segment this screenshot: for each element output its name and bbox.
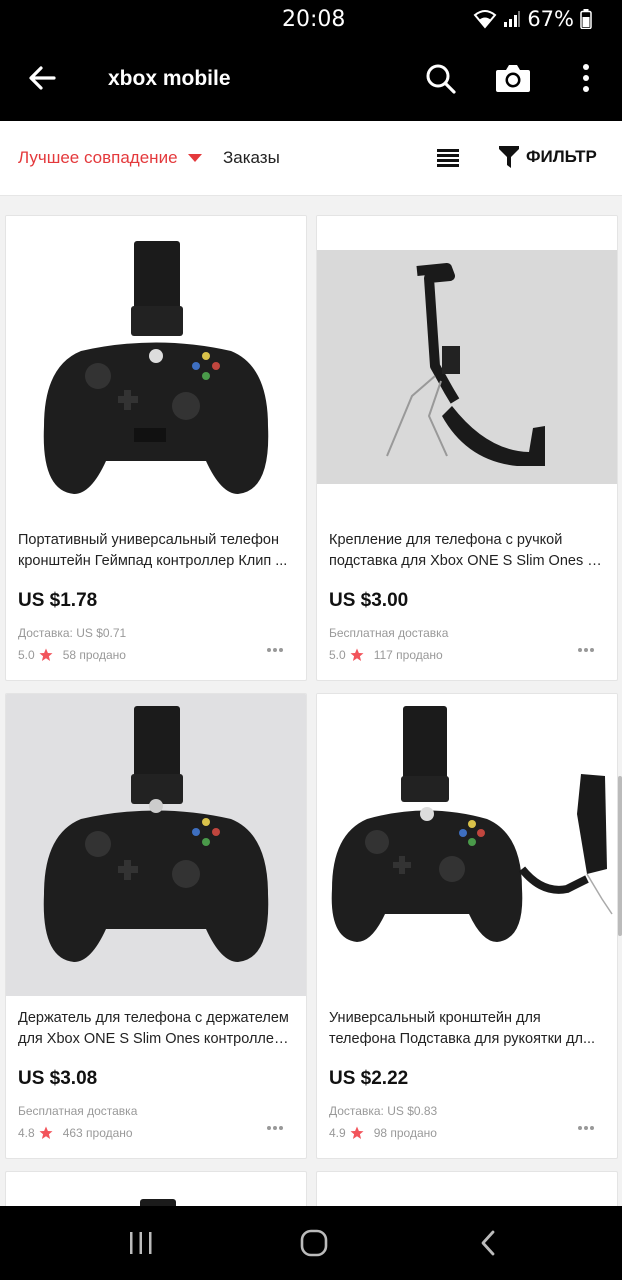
sold-count: 463 продано (62, 1126, 133, 1140)
sold-count: 98 продано (373, 1126, 437, 1140)
sort-best-match-label: Лучшее совпадение (18, 148, 178, 167)
sold-count: 117 продано (373, 648, 443, 662)
more-options-icon[interactable] (266, 1124, 284, 1132)
product-image (317, 216, 617, 518)
more-options-icon[interactable] (577, 1124, 595, 1132)
list-view-icon[interactable] (436, 148, 460, 168)
product-title-line: Держатель для телефона с держателем (18, 1010, 289, 1026)
star-icon (350, 1126, 364, 1139)
product-title-line: Портативный универсальный телефон (18, 532, 279, 548)
product-grid: Портативный универсальный телефон кроншт… (0, 196, 622, 1206)
product-title[interactable]: Крепление для телефона с ручкой подставк… (329, 530, 607, 572)
product-title-line: кронштейн Геймпад контроллер Клип ... (18, 553, 288, 569)
product-rating: 5.0 58 продано (18, 648, 126, 662)
home-icon[interactable] (300, 1229, 328, 1257)
product-rating: 4.9 98 продано (329, 1126, 437, 1140)
dropdown-caret-icon (187, 154, 202, 162)
product-shipping: Доставка: US $0.83 (329, 1104, 438, 1118)
filter-icon (499, 146, 519, 168)
product-title-line: Крепление для телефона с ручкой (329, 532, 563, 548)
product-card[interactable]: Универсальный кронштейн для телефона Под… (316, 693, 618, 1159)
product-card[interactable]: Крепление для телефона с ручкой подставк… (316, 215, 618, 681)
product-title-line: телефона Подставка для рукоятки дл... (329, 1031, 596, 1047)
filter-label: ФИЛЬТР (526, 147, 597, 166)
product-card[interactable] (316, 1171, 618, 1206)
product-shipping: Бесплатная доставка (329, 626, 449, 640)
status-indicators: 67% (473, 7, 592, 31)
sort-best-match[interactable]: Лучшее совпадение (18, 148, 202, 168)
rating-value: 5.0 (329, 648, 346, 662)
back-arrow-icon[interactable] (24, 60, 60, 96)
product-rating: 5.0 117 продано (329, 648, 443, 662)
camera-icon[interactable] (494, 60, 532, 96)
star-icon (39, 1126, 53, 1139)
product-rating: 4.8 463 продано (18, 1126, 133, 1140)
more-options-icon[interactable] (577, 646, 595, 654)
wifi-icon (473, 10, 497, 29)
product-price: US $3.08 (18, 1068, 98, 1089)
product-price: US $2.22 (329, 1068, 409, 1089)
product-image (317, 694, 617, 996)
status-time: 20:08 (282, 7, 346, 32)
sort-bar: Лучшее совпадение Заказы ФИЛЬТР (0, 121, 622, 196)
product-title-line: подставка для Xbox ONE S Slim Ones и... (329, 553, 607, 569)
system-nav-bar (0, 1206, 622, 1280)
sort-orders[interactable]: Заказы (223, 148, 280, 168)
product-title[interactable]: Портативный универсальный телефон кроншт… (18, 530, 296, 572)
status-bar: 20:08 67% (0, 0, 622, 38)
product-shipping: Доставка: US $0.71 (18, 626, 127, 640)
filter-button[interactable]: ФИЛЬТР (498, 145, 597, 169)
more-vert-icon[interactable] (572, 60, 600, 96)
product-shipping: Бесплатная доставка (18, 1104, 138, 1118)
app-bar: xbox mobile (0, 38, 622, 121)
product-title[interactable]: Держатель для телефона с держателем для … (18, 1008, 296, 1050)
product-card[interactable] (5, 1171, 307, 1206)
product-card[interactable]: Портативный универсальный телефон кроншт… (5, 215, 307, 681)
product-image (6, 694, 306, 996)
nav-back-icon[interactable] (478, 1229, 498, 1257)
more-options-icon[interactable] (266, 646, 284, 654)
scrollbar-thumb[interactable] (618, 776, 622, 936)
rating-value: 4.8 (18, 1126, 35, 1140)
recent-apps-icon[interactable] (128, 1231, 154, 1255)
product-image (140, 1199, 176, 1206)
product-title[interactable]: Универсальный кронштейн для телефона Под… (329, 1008, 607, 1050)
rating-value: 5.0 (18, 648, 35, 662)
battery-percent: 67% (527, 7, 574, 31)
product-image (6, 216, 306, 518)
product-card[interactable]: Держатель для телефона с держателем для … (5, 693, 307, 1159)
rating-value: 4.9 (329, 1126, 346, 1140)
search-query[interactable]: xbox mobile (108, 67, 231, 91)
product-price: US $3.00 (329, 590, 409, 611)
star-icon (350, 648, 364, 661)
product-title-line: для Xbox ONE S Slim Ones контроллер ... (18, 1031, 296, 1047)
product-title-line: Универсальный кронштейн для (329, 1010, 541, 1026)
signal-icon (504, 11, 521, 27)
search-icon[interactable] (424, 62, 458, 96)
sold-count: 58 продано (62, 648, 126, 662)
star-icon (39, 648, 53, 661)
battery-icon (580, 9, 592, 29)
product-price: US $1.78 (18, 590, 98, 611)
